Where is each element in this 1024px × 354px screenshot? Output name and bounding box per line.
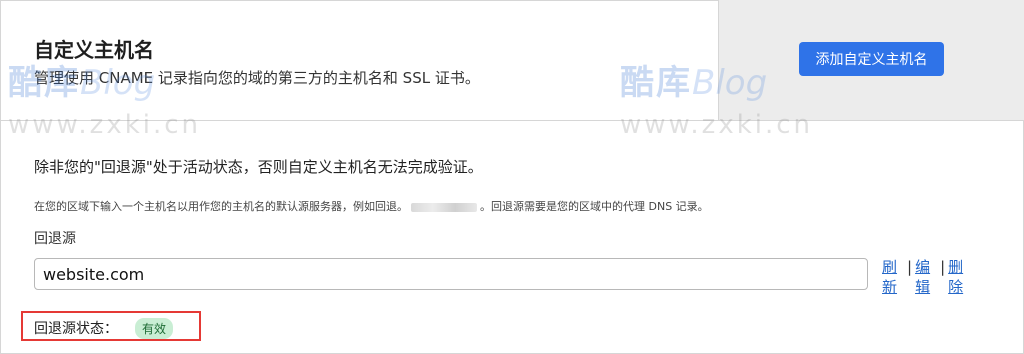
help-text-before: 在您的区域下输入一个主机名以用作您的主机名的默认源服务器，例如回退。 [34, 200, 408, 213]
help-text-after: 。回退源需要是您的区域中的代理 DNS 记录。 [480, 200, 709, 213]
refresh-link[interactable]: 刷新 [882, 257, 899, 297]
fallback-actions: 刷新 | 编辑 | 删除 [882, 257, 973, 297]
refresh-action: 刷新 [882, 257, 899, 297]
section-divider [0, 120, 1024, 121]
edit-link[interactable]: 编辑 [915, 257, 932, 297]
delete-action: | 删除 [940, 257, 965, 297]
redacted-example-hostname [411, 202, 477, 212]
page-title: 自定义主机名 [34, 38, 154, 62]
page-subtitle: 管理使用 CNAME 记录指向您的域的第三方的主机名和 SSL 证书。 [34, 69, 480, 87]
fallback-status-label: 回退源状态： [34, 321, 118, 337]
delete-link[interactable]: 删除 [948, 257, 965, 297]
fallback-help-text: 在您的区域下输入一个主机名以用作您的主机名的默认源服务器，例如回退。 。回退源需要… [34, 198, 709, 214]
add-custom-hostname-button[interactable]: 添加自定义主机名 [799, 42, 944, 76]
fallback-origin-input[interactable]: website.com [34, 258, 868, 290]
fallback-warning: 除非您的"回退源"处于活动状态，否则自定义主机名无法完成验证。 [34, 158, 483, 176]
fallback-origin-label: 回退源 [34, 231, 76, 247]
status-badge: 有效 [135, 318, 174, 339]
action-separator: | [907, 258, 913, 276]
action-separator: | [940, 258, 946, 276]
edit-action: | 编辑 [907, 257, 932, 297]
